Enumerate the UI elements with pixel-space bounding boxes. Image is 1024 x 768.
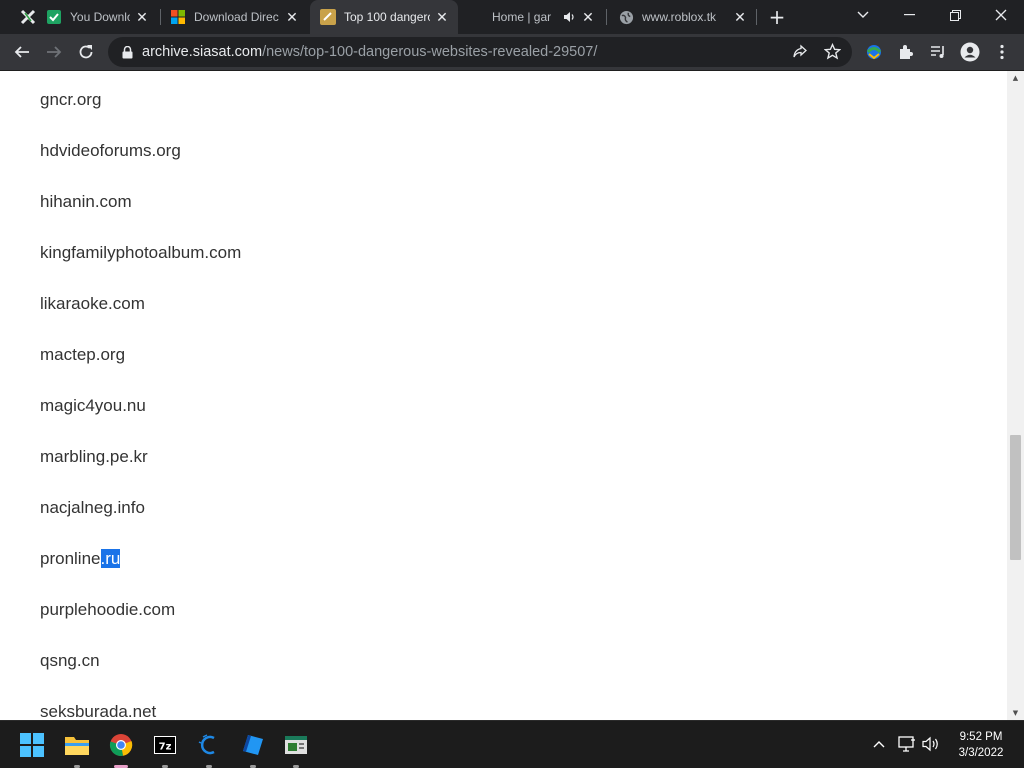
- list-item: magic4you.nu: [40, 396, 146, 415]
- tab-5[interactable]: www.roblox.tk ✕: [608, 0, 756, 34]
- back-button[interactable]: [8, 38, 36, 66]
- chevron-up-icon[interactable]: [868, 733, 890, 755]
- 7zip-icon[interactable]: 7z: [147, 727, 183, 768]
- tab-close-icon[interactable]: ✕: [580, 9, 596, 25]
- clock-date: 3/3/2022: [958, 747, 1004, 759]
- green-check-icon: [46, 9, 62, 25]
- svg-text:7z: 7z: [159, 742, 172, 753]
- scrollbar-thumb[interactable]: [1010, 435, 1021, 560]
- tab-title: www.roblox.tk: [642, 10, 717, 24]
- media-control-icon[interactable]: [924, 38, 952, 66]
- address-bar[interactable]: archive.siasat.com/news/top-100-dangerou…: [108, 37, 852, 67]
- microsoft-logo-icon: [170, 9, 186, 25]
- forward-button[interactable]: [40, 38, 68, 66]
- list-item-with-selection: pronline.ru: [40, 548, 241, 599]
- tab-title: You Downlo: [70, 10, 130, 24]
- list-item: gncr.org: [40, 90, 102, 109]
- list-item: mactep.org: [40, 345, 126, 364]
- bookmark-star-icon[interactable]: [823, 42, 842, 64]
- menu-kebab-icon[interactable]: [988, 38, 1016, 66]
- url-path: /news/top-100-dangerous-websites-reveale…: [262, 44, 598, 60]
- tab-separator: [606, 9, 607, 25]
- list-item: purplehoodie.com: [40, 600, 176, 619]
- browser-toolbar: archive.siasat.com/news/top-100-dangerou…: [0, 34, 1024, 71]
- tab-title: Top 100 dangero: [344, 10, 430, 24]
- app-icon[interactable]: [191, 727, 227, 768]
- editor-icon[interactable]: [278, 727, 314, 768]
- chrome-icon[interactable]: [103, 727, 139, 768]
- network-icon[interactable]: [896, 733, 918, 755]
- text-selection-highlight: .ru: [100, 549, 121, 568]
- page-content: gncr.org hdvideoforums.org hihanin.com k…: [0, 71, 1007, 720]
- volume-icon[interactable]: [920, 733, 942, 755]
- scroll-down-arrow[interactable]: ▼: [1007, 706, 1024, 720]
- list-item: likaraoke.com: [40, 294, 145, 313]
- extensions-puzzle-icon[interactable]: [892, 38, 920, 66]
- tab-close-icon[interactable]: ✕: [284, 9, 300, 25]
- list-item: hihanin.com: [40, 192, 132, 211]
- list-item: marbling.pe.kr: [40, 447, 148, 466]
- speaker-icon[interactable]: [562, 10, 576, 24]
- new-tab-button[interactable]: +: [765, 5, 789, 29]
- url-host: archive.siasat.com: [142, 44, 263, 60]
- lock-icon[interactable]: [120, 45, 134, 59]
- tab-title: Download Direc: [194, 10, 279, 24]
- list-item: nacjalneg.info: [40, 498, 145, 517]
- system-clock[interactable]: 9:52 PM 3/3/2022: [948, 729, 1014, 761]
- selected-prefix: pronline: [40, 549, 101, 568]
- list-item: kingfamilyphotoalbum.com: [40, 243, 242, 262]
- tab-1[interactable]: You Downlo ✕: [10, 0, 158, 34]
- x-app-icon: [20, 9, 36, 25]
- roblox-studio-icon[interactable]: [235, 727, 271, 768]
- vertical-scrollbar[interactable]: ▲ ▼: [1007, 71, 1024, 720]
- tab-3-active[interactable]: Top 100 dangero ✕: [310, 0, 458, 34]
- url-text: archive.siasat.com/news/top-100-dangerou…: [142, 44, 597, 60]
- reload-button[interactable]: [72, 38, 100, 66]
- share-icon[interactable]: [792, 44, 808, 64]
- list-item: qsng.cn: [40, 651, 100, 670]
- clock-time: 9:52 PM: [959, 731, 1003, 743]
- tab-2[interactable]: Download Direc ✕: [160, 0, 308, 34]
- scroll-up-arrow[interactable]: ▲: [1007, 71, 1024, 85]
- tab-separator: [756, 9, 757, 25]
- minimize-button[interactable]: [886, 0, 932, 30]
- tab-close-icon[interactable]: ✕: [434, 9, 450, 25]
- profile-avatar-icon[interactable]: [956, 38, 984, 66]
- dangerous-sites-list: gncr.org hdvideoforums.org hihanin.com k…: [40, 89, 241, 720]
- start-icon[interactable]: [14, 727, 50, 763]
- list-item: seksburada.net: [40, 702, 157, 720]
- tab-4[interactable]: Home | gar ✕: [460, 0, 604, 34]
- tab-title: Home | gar: [492, 10, 552, 24]
- extension-colorful-icon[interactable]: [860, 38, 888, 66]
- globe-icon: [618, 9, 634, 25]
- siasat-icon: [320, 9, 336, 25]
- file-explorer-icon[interactable]: [59, 727, 95, 768]
- list-item: hdvideoforums.org: [40, 141, 181, 160]
- tab-strip: You Downlo ✕ Download Direc ✕ Top 100 da…: [0, 0, 1024, 34]
- tab-close-icon[interactable]: ✕: [134, 9, 150, 25]
- tab-close-icon[interactable]: ✕: [732, 9, 748, 25]
- tab-search-icon[interactable]: [840, 0, 886, 30]
- restore-button[interactable]: [932, 0, 978, 30]
- windows-taskbar: 7z 9:52 PM 3/3/2022: [0, 720, 1024, 768]
- close-window-button[interactable]: [978, 0, 1024, 30]
